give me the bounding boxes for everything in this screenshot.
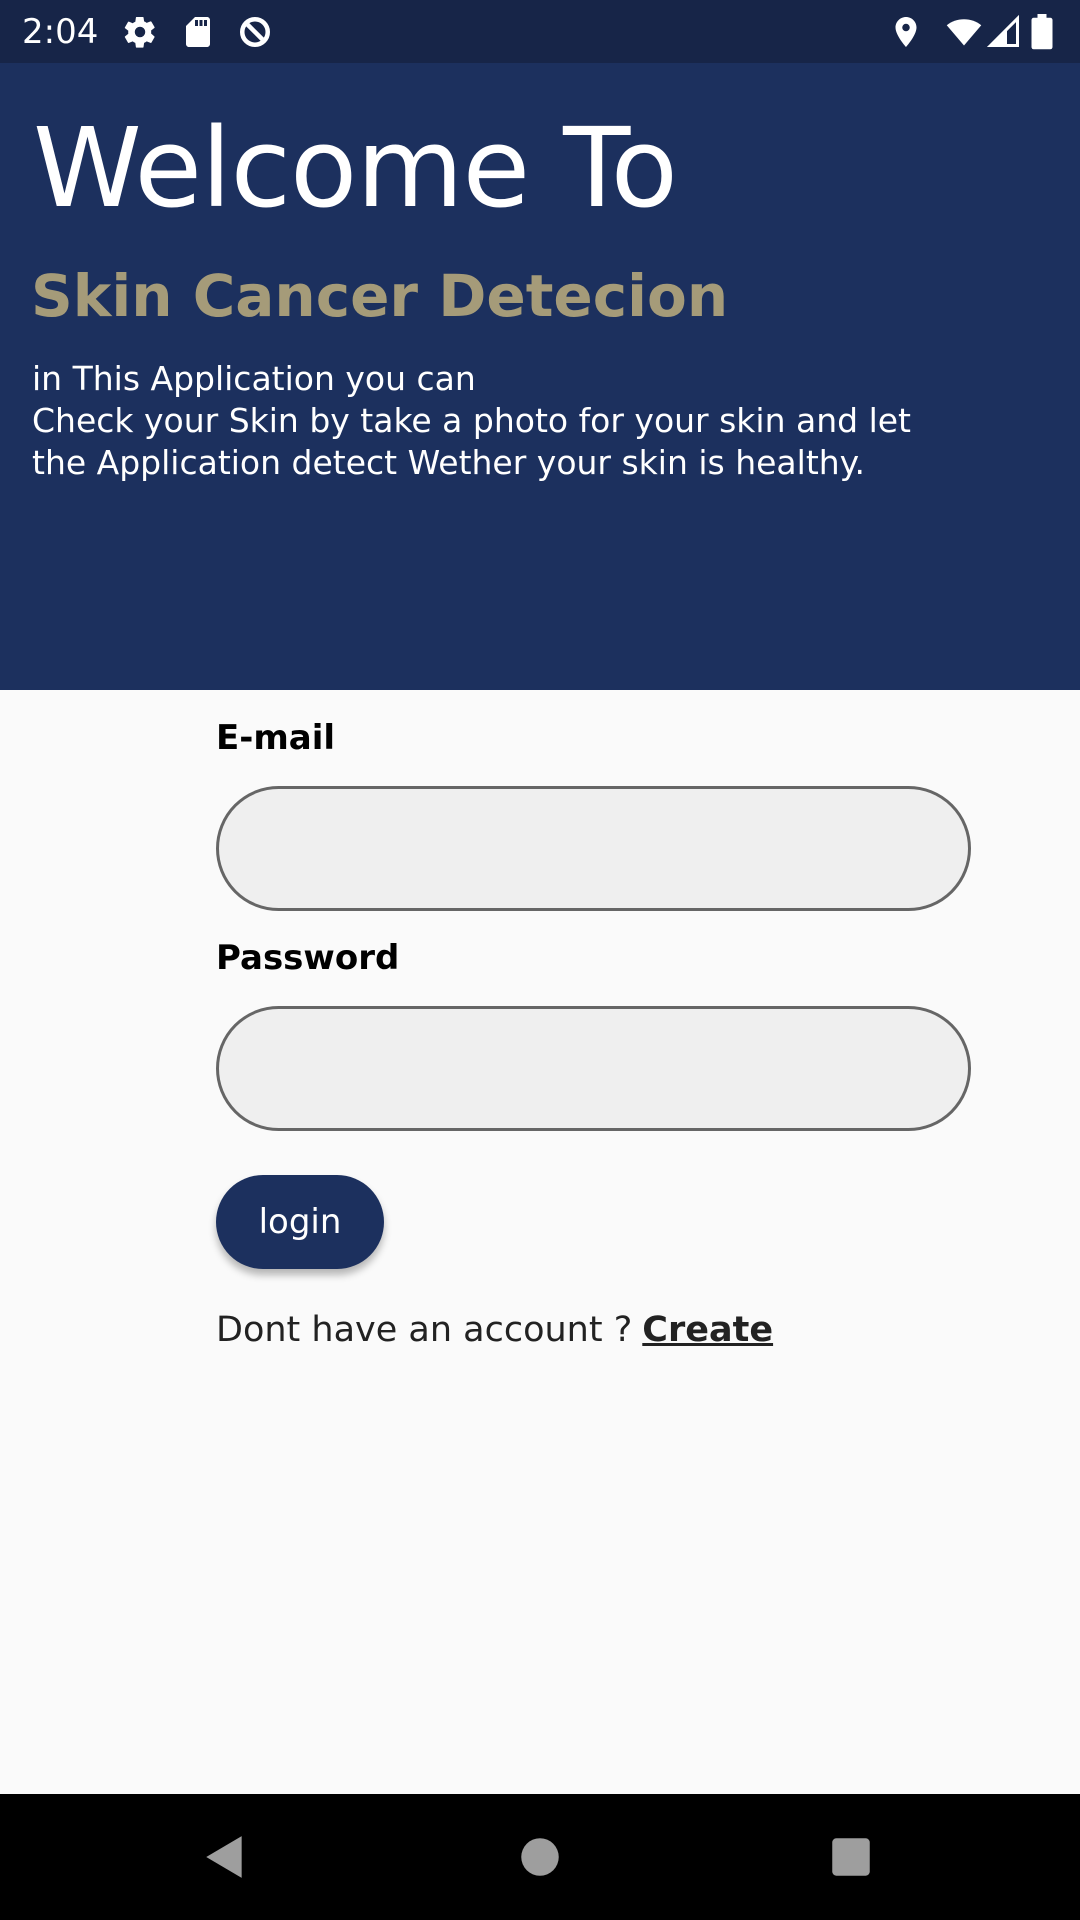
password-label: Password — [216, 938, 400, 978]
battery-icon — [1030, 14, 1054, 50]
location-icon — [888, 14, 924, 50]
login-button[interactable]: login — [216, 1175, 384, 1269]
navigation-bar — [0, 1794, 1080, 1920]
create-account-link[interactable]: Create — [642, 1310, 773, 1350]
welcome-title: Welcome To — [33, 104, 678, 232]
create-account-line: Dont have an account ? Create — [216, 1308, 773, 1352]
wifi-icon — [946, 14, 982, 50]
settings-icon — [122, 14, 158, 50]
email-label: E-mail — [216, 718, 336, 758]
signal-icon — [986, 14, 1022, 50]
app-name-subtitle: Skin Cancer Detecion — [31, 262, 729, 330]
data-saver-icon — [237, 14, 273, 50]
app-description: in This Application you can Check your S… — [32, 359, 911, 482]
home-icon[interactable] — [515, 1832, 565, 1882]
app-screen: 2:04 Welcome To Skin Cancer Detecion in … — [0, 0, 1080, 1920]
back-icon[interactable] — [200, 1832, 250, 1882]
account-prompt: Dont have an account ? — [216, 1310, 633, 1350]
email-input[interactable] — [216, 786, 971, 911]
sd-card-icon — [180, 14, 216, 50]
recents-icon[interactable] — [826, 1832, 876, 1882]
status-time: 2:04 — [22, 12, 99, 52]
password-input[interactable] — [216, 1006, 971, 1131]
welcome-header: Welcome To Skin Cancer Detecion in This … — [0, 63, 1080, 690]
status-bar: 2:04 — [0, 0, 1080, 63]
